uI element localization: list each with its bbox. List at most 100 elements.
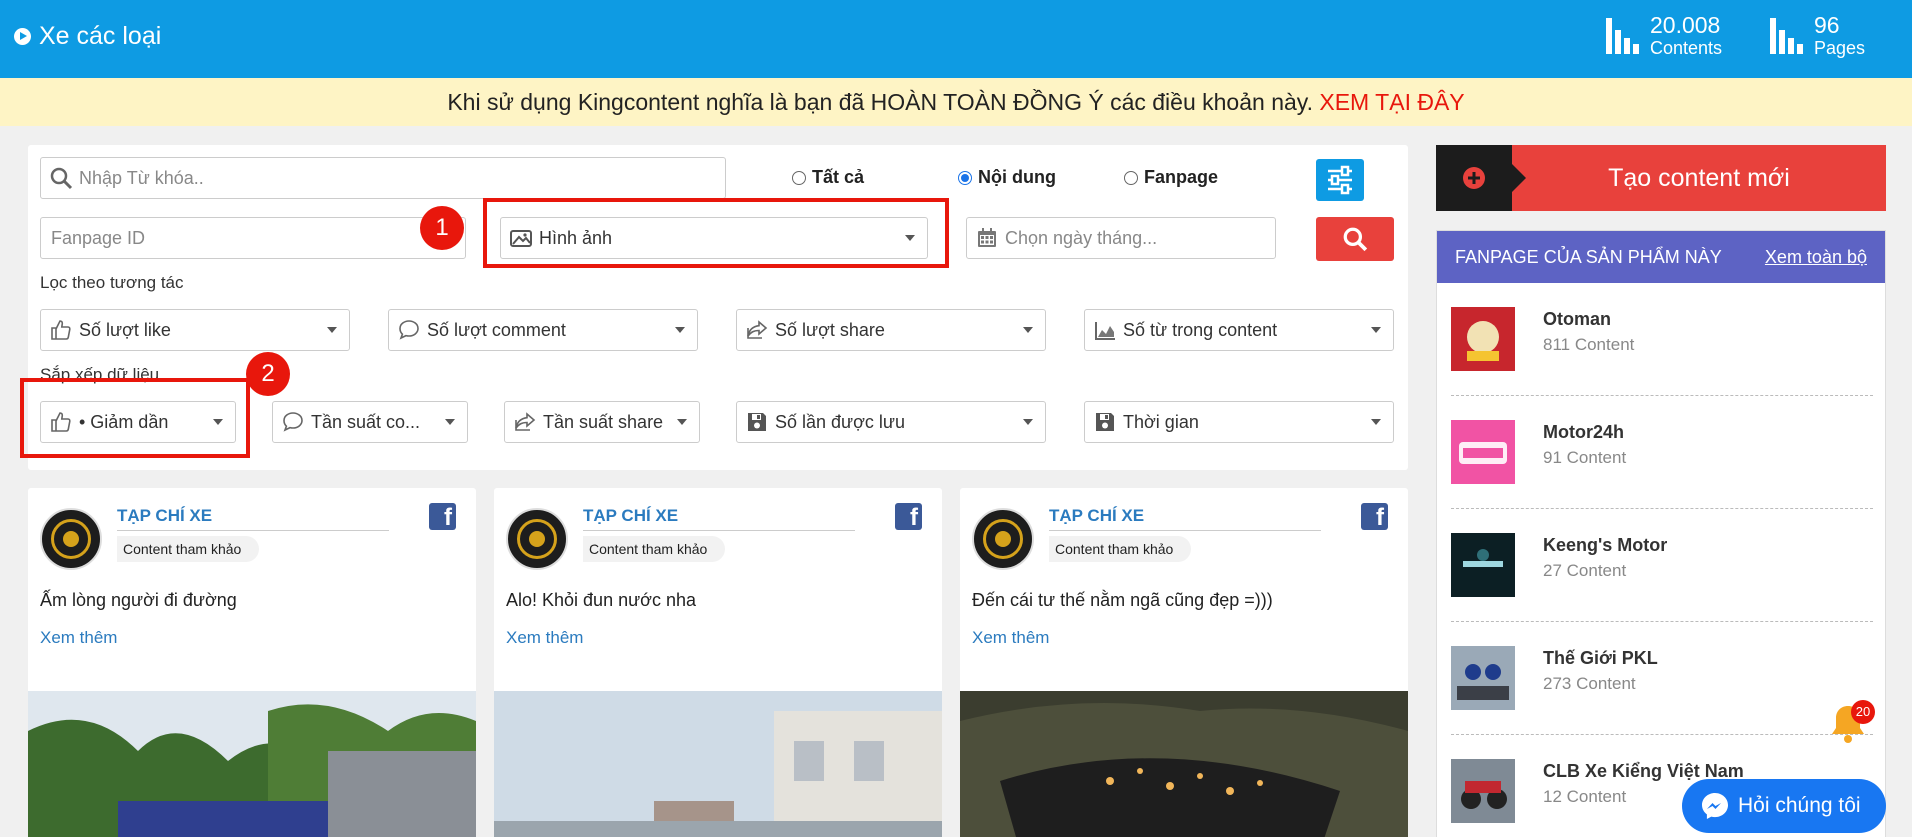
radio-all-label: Tất cả [812, 167, 865, 187]
content-tag: Content tham khảo [1049, 536, 1192, 562]
radio-fanpage-label: Fanpage [1144, 167, 1219, 187]
annotation-badge-1: 1 [420, 206, 464, 250]
author-avatar[interactable] [40, 508, 102, 570]
comment-frequency-select[interactable]: Tần suất co... [272, 401, 468, 443]
facebook-icon[interactable]: f [895, 503, 922, 530]
wordcount-filter-select[interactable]: Số từ trong content [1084, 309, 1394, 351]
sliders-icon [1328, 165, 1352, 195]
top-header: Xe các loại 20.008 Contents 96 Pages [0, 0, 1912, 78]
chevron-down-icon [445, 419, 455, 425]
save-count-value: Số lần được lưu [775, 411, 905, 432]
fanpage-thumbnail[interactable] [1451, 646, 1515, 710]
content-card[interactable]: TẠP CHÍ XE Content tham khảo f Alo! Khỏi… [494, 488, 942, 837]
terms-notice: Khi sử dụng Kingcontent nghĩa là bạn đã … [0, 78, 1912, 126]
notification-count: 20 [1851, 700, 1875, 724]
radio-content-label: Nội dung [978, 167, 1056, 187]
author-name[interactable]: TẠP CHÍ XE [1049, 506, 1144, 526]
divider [117, 530, 389, 531]
thumbs-up-icon [51, 320, 71, 340]
interaction-filter-label: Lọc theo tương tác [40, 273, 184, 292]
author-avatar[interactable] [972, 508, 1034, 570]
comment-icon [399, 320, 419, 340]
fanpage-name[interactable]: Keeng's Motor [1543, 535, 1667, 556]
fanpage-name[interactable]: Thế Giới PKL [1543, 648, 1658, 669]
chevron-down-icon [1023, 419, 1033, 425]
fanpage-thumbnail[interactable] [1451, 420, 1515, 484]
divider [583, 530, 855, 531]
fanpage-item[interactable]: Otoman 811 Content [1451, 283, 1873, 396]
author-avatar[interactable] [506, 508, 568, 570]
fanpage-panel: FANPAGE CỦA SẢN PHẨM NÀY Xem toàn bộ Oto… [1436, 230, 1886, 837]
date-picker[interactable] [966, 217, 1276, 259]
share-frequency-select[interactable]: Tần suất share [504, 401, 700, 443]
see-more-link[interactable]: Xem thêm [972, 628, 1049, 648]
chevron-down-icon [327, 327, 337, 333]
chevron-down-icon [1023, 327, 1033, 333]
fanpage-thumbnail[interactable] [1451, 307, 1515, 371]
floppy-disk-icon [1096, 413, 1114, 431]
notification-bell[interactable]: 20 [1827, 700, 1875, 746]
content-tag: Content tham khảo [583, 536, 726, 562]
radio-all-dot[interactable] [792, 170, 806, 185]
contents-stat: 20.008 Contents [1606, 12, 1722, 58]
terms-link[interactable]: XEM TẠI ĐÂY [1319, 89, 1464, 115]
search-icon [1343, 227, 1368, 252]
see-more-link[interactable]: Xem thêm [40, 628, 117, 648]
category-breadcrumb[interactable]: Xe các loại [14, 22, 161, 51]
share-frequency-value: Tần suất share [543, 411, 664, 432]
fanpage-id-field[interactable] [40, 217, 466, 259]
radio-content[interactable]: Nội dung [958, 167, 1056, 188]
fanpage-item[interactable]: Thế Giới PKL 273 Content [1451, 622, 1873, 735]
share-icon [515, 412, 536, 431]
content-card[interactable]: TẠP CHÍ XE Content tham khảo f Đến cái t… [960, 488, 1408, 837]
chevron-down-icon [1371, 419, 1381, 425]
save-count-select[interactable]: Số lần được lưu [736, 401, 1046, 443]
chevron-down-icon [677, 419, 687, 425]
share-icon [747, 320, 768, 339]
chevron-down-icon [675, 327, 685, 333]
post-image[interactable] [494, 691, 942, 837]
contents-label: Contents [1650, 38, 1723, 58]
annotation-box-1 [483, 198, 949, 268]
fanpage-id-input[interactable] [41, 227, 465, 249]
share-filter-select[interactable]: Số lượt share [736, 309, 1046, 351]
plus-circle-icon [1463, 167, 1485, 189]
radio-content-dot[interactable] [958, 170, 972, 185]
post-caption: Đến cái tư thế nằm ngã cũng đẹp =))) [972, 590, 1273, 610]
facebook-icon[interactable]: f [1361, 503, 1388, 530]
fanpage-item[interactable]: Keeng's Motor 27 Content [1451, 509, 1873, 622]
fanpage-count: 27 Content [1543, 561, 1627, 580]
keyword-input[interactable] [79, 167, 725, 189]
fanpage-name[interactable]: Otoman [1543, 309, 1611, 330]
post-image[interactable] [28, 691, 476, 837]
bar-chart-icon [1770, 12, 1804, 54]
time-sort-select[interactable]: Thời gian [1084, 401, 1394, 443]
author-name[interactable]: TẠP CHÍ XE [117, 506, 212, 526]
radio-all[interactable]: Tất cả [792, 167, 864, 188]
messenger-chat-button[interactable]: Hỏi chúng tôi [1682, 779, 1886, 833]
facebook-icon[interactable]: f [429, 503, 456, 530]
fanpage-name[interactable]: Motor24h [1543, 422, 1624, 443]
like-filter-select[interactable]: Số lượt like [40, 309, 350, 351]
fanpage-count: 811 Content [1543, 335, 1635, 354]
radio-fanpage[interactable]: Fanpage [1124, 167, 1218, 188]
create-content-button[interactable]: Tạo content mới [1436, 145, 1886, 211]
view-all-link[interactable]: Xem toàn bộ [1765, 247, 1867, 268]
search-button[interactable] [1316, 217, 1394, 261]
advanced-filter-button[interactable] [1316, 159, 1364, 201]
post-image[interactable] [960, 691, 1408, 837]
fanpage-thumbnail[interactable] [1451, 533, 1515, 597]
like-filter-value: Số lượt like [79, 319, 171, 340]
date-input[interactable] [1005, 227, 1275, 249]
fanpage-thumbnail[interactable] [1451, 759, 1515, 823]
content-card[interactable]: TẠP CHÍ XE Content tham khảo f Ấm lòng n… [28, 488, 476, 837]
fanpage-item[interactable]: Motor24h 91 Content [1451, 396, 1873, 509]
author-name[interactable]: TẠP CHÍ XE [583, 506, 678, 526]
create-content-label: Tạo content mới [1608, 163, 1790, 192]
keyword-search[interactable] [40, 157, 726, 199]
fanpage-count: 12 Content [1543, 787, 1627, 806]
radio-fanpage-dot[interactable] [1124, 170, 1138, 185]
comment-filter-select[interactable]: Số lượt comment [388, 309, 698, 351]
divider [1049, 530, 1321, 531]
see-more-link[interactable]: Xem thêm [506, 628, 583, 648]
